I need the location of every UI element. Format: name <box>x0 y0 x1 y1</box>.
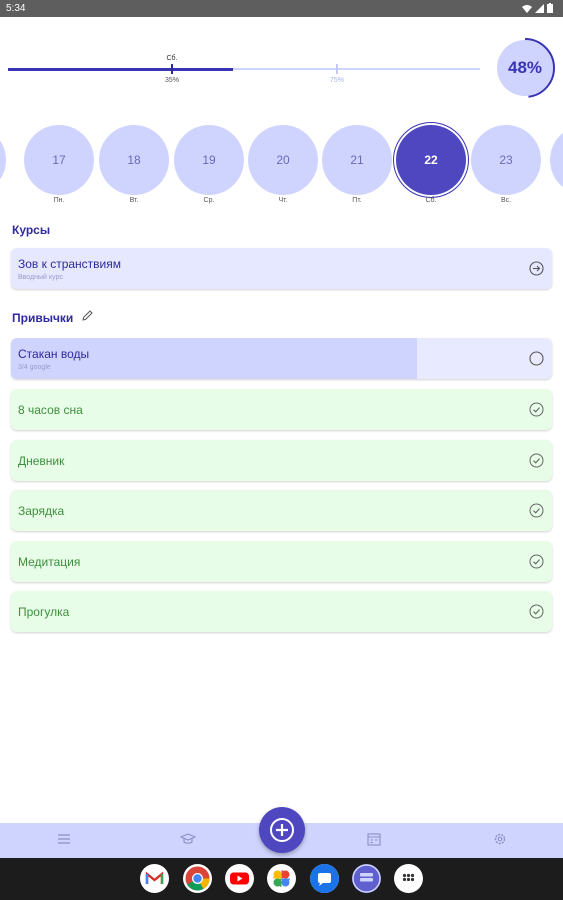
day-selector: 17 Пн. 18 Вт. 19 Ср. 20 Чт. 21 Пт. 22 Сб. 23 Вс… <box>0 125 563 210</box>
day-weekday: Сб. <box>425 197 437 204</box>
habit-card-done[interactable]: Дневник <box>11 440 552 481</box>
progress-track-fill <box>8 68 233 71</box>
habit-name: Стакан воды <box>18 347 90 361</box>
photos-icon[interactable] <box>267 864 296 893</box>
day-number: 23 <box>471 125 541 195</box>
courses-title: Курсы <box>12 223 51 237</box>
marker-day-label: Сб. <box>166 55 178 62</box>
status-bar: 5:34 <box>0 0 563 17</box>
add-button[interactable] <box>259 807 305 853</box>
app-icon[interactable] <box>352 864 381 893</box>
chrome-icon[interactable] <box>183 864 212 893</box>
day-number: 21 <box>322 125 392 195</box>
course-title: Зов к странствиям <box>18 257 122 271</box>
day-progress-circle: 48% <box>495 38 555 98</box>
battery-icon <box>547 3 553 13</box>
day-item[interactable]: 17 Пн. <box>24 125 94 204</box>
check-circle-icon[interactable] <box>529 453 544 468</box>
check-circle-icon[interactable] <box>529 554 544 569</box>
habit-name: Зарядка <box>18 504 65 518</box>
day-number: 18 <box>99 125 169 195</box>
habit-card[interactable]: Стакан воды 3/4 google <box>11 338 552 379</box>
edit-icon[interactable] <box>81 309 94 322</box>
arrow-right-circle-icon <box>529 261 544 276</box>
day-item-selected[interactable]: 22 Сб. <box>396 125 466 204</box>
signal-icon <box>535 3 544 13</box>
day-item[interactable]: 23 Вс. <box>471 125 541 204</box>
day-number: 22 <box>396 125 466 195</box>
habit-card-done[interactable]: 8 часов сна <box>11 389 552 430</box>
day-number: 17 <box>24 125 94 195</box>
day-weekday: Вт. <box>129 197 139 204</box>
day-prev-partial[interactable] <box>0 125 6 195</box>
progress-marker-target <box>336 64 338 74</box>
habit-progress-text: 3/4 google <box>18 364 51 371</box>
habit-name: Дневник <box>18 454 65 468</box>
marker-percent-current: 35% <box>164 77 179 84</box>
check-circle-icon[interactable] <box>529 503 544 518</box>
list-icon[interactable] <box>57 832 71 846</box>
status-time: 5:34 <box>6 3 26 14</box>
progress-marker-current <box>171 64 173 74</box>
day-weekday: Пн. <box>53 197 65 204</box>
day-weekday: Вс. <box>500 197 512 204</box>
app-dock <box>140 864 430 894</box>
weekly-progress: Сб. 35% 75% 48% <box>0 17 563 127</box>
calendar-icon[interactable] <box>367 832 381 846</box>
day-weekday: Чт. <box>278 197 288 204</box>
habit-name: Медитация <box>18 555 81 569</box>
marker-percent-target: 75% <box>329 77 344 84</box>
day-number: 19 <box>174 125 244 195</box>
habit-card-done[interactable]: Зарядка <box>11 490 552 531</box>
wifi-icon <box>522 4 532 13</box>
day-weekday: Пт. <box>352 197 362 204</box>
habit-name: 8 часов сна <box>18 403 83 417</box>
day-item[interactable]: 18 Вт. <box>99 125 169 204</box>
settings-icon[interactable] <box>493 832 507 846</box>
check-circle-icon[interactable] <box>529 402 544 417</box>
course-subtitle: Вводный курс <box>18 274 63 281</box>
day-item[interactable]: 19 Ср. <box>174 125 244 204</box>
status-icons <box>522 3 553 13</box>
habit-card-done[interactable]: Медитация <box>11 541 552 582</box>
day-next-partial[interactable] <box>550 125 563 195</box>
day-progress-percent: 48% <box>507 58 543 77</box>
graduation-cap-icon[interactable] <box>180 832 196 846</box>
youtube-icon[interactable] <box>225 864 254 893</box>
empty-circle-icon[interactable] <box>529 351 544 366</box>
check-circle-icon[interactable] <box>529 604 544 619</box>
day-weekday: Ср. <box>203 197 215 204</box>
day-item[interactable]: 20 Чт. <box>248 125 318 204</box>
app-drawer-icon[interactable] <box>394 864 423 893</box>
habit-card-done[interactable]: Прогулка <box>11 591 552 632</box>
habit-name: Прогулка <box>18 605 70 619</box>
messages-icon[interactable] <box>310 864 339 893</box>
gmail-icon[interactable] <box>140 864 169 893</box>
course-card[interactable]: Зов к странствиям Вводный курс <box>11 248 552 289</box>
day-number: 20 <box>248 125 318 195</box>
habits-title: Привычки <box>12 311 74 325</box>
add-icon <box>270 818 294 842</box>
day-item[interactable]: 21 Пт. <box>322 125 392 204</box>
